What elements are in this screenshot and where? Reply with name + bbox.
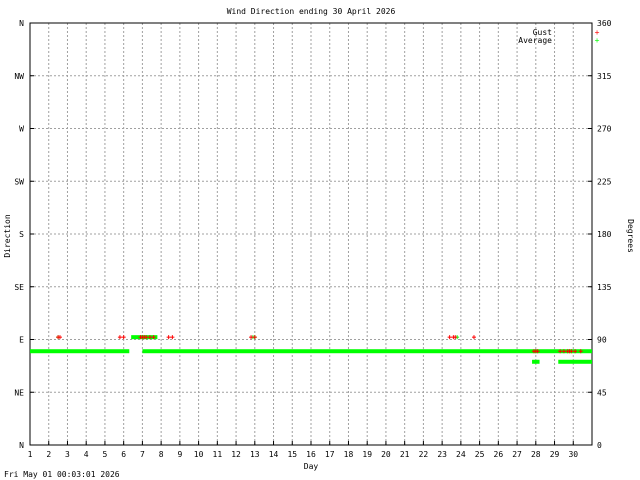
- wind-direction-chart: 1 2 3 4 5 6 7 8 9 10 11 12 13 14 15 16 17 18 19 20 21 22 23 24 2…: [3, 7, 635, 479]
- y-axis-label-left: Direction: [3, 214, 12, 258]
- y-tick-label-right: 180: [597, 230, 612, 239]
- gust-point: [121, 335, 126, 340]
- x-tick-label: 22: [419, 450, 429, 459]
- gust-point: [447, 335, 452, 340]
- y-tick-label-left: N: [19, 441, 24, 450]
- x-tick-label: 2: [46, 450, 51, 459]
- x-axis-label: Day: [304, 462, 319, 471]
- average-segment: [558, 359, 592, 364]
- y-tick-label-right: 315: [597, 72, 612, 81]
- x-tick-label: 11: [213, 450, 223, 459]
- x-tick-label: 28: [531, 450, 541, 459]
- average-segment: [30, 349, 130, 354]
- gust-point: [117, 335, 122, 340]
- y-tick-label-right: 90: [597, 336, 607, 345]
- x-tick-label: 18: [344, 450, 354, 459]
- x-tick-label: 20: [381, 450, 391, 459]
- x-tick-label: 25: [475, 450, 485, 459]
- timestamp-label: Fri May 01 00:03:01 2026: [4, 470, 120, 479]
- y-tick-label-left: N: [19, 19, 24, 28]
- chart-title: Wind Direction ending 30 April 2026: [227, 7, 396, 16]
- x-tick-label: 16: [306, 450, 316, 459]
- x-tick-label: 12: [231, 450, 241, 459]
- y-tick-labels-left: N NE E SE S SW W NW N: [14, 19, 24, 450]
- gust-point: [471, 335, 476, 340]
- x-tick-label: 27: [512, 450, 522, 459]
- y-tick-label-left: W: [19, 125, 24, 134]
- x-tick-label: 3: [65, 450, 70, 459]
- gust-point: [166, 335, 171, 340]
- y-tick-label-left: NW: [14, 72, 24, 81]
- y-tick-labels-right: 0 45 90 135 180 225 270 315 360: [597, 19, 612, 450]
- x-tick-label: 23: [437, 450, 447, 459]
- legend-marker-average: +: [595, 36, 600, 45]
- y-tick-label-right: 270: [597, 125, 612, 134]
- x-tick-label: 26: [494, 450, 504, 459]
- x-tick-label: 9: [177, 450, 182, 459]
- y-tick-label-right: 360: [597, 19, 612, 28]
- grid: [30, 23, 592, 445]
- average-segment: [142, 349, 592, 354]
- x-tick-labels: 1 2 3 4 5 6 7 8 9 10 11 12 13 14 15 16 17 18 19 20 21 22 23 24 2…: [28, 450, 579, 459]
- x-tick-label: 21: [400, 450, 410, 459]
- y-tick-label-left: SW: [14, 177, 24, 186]
- x-tick-label: 8: [159, 450, 164, 459]
- x-tick-label: 10: [194, 450, 204, 459]
- y-axis-label-right: Degrees: [626, 219, 635, 253]
- y-tick-label-right: 225: [597, 177, 612, 186]
- x-tick-label: 30: [568, 450, 578, 459]
- x-tick-label: 1: [28, 450, 33, 459]
- average-segment: [532, 359, 540, 364]
- y-tick-label-left: S: [19, 230, 24, 239]
- legend-label-average: Average: [518, 36, 552, 45]
- x-tick-label: 19: [362, 450, 372, 459]
- y-tick-label-right: 45: [597, 388, 607, 397]
- y-tick-label-right: 135: [597, 283, 612, 292]
- x-tick-label: 6: [121, 450, 126, 459]
- x-tick-label: 14: [269, 450, 279, 459]
- x-tick-label: 17: [325, 450, 335, 459]
- x-tick-label: 24: [456, 450, 466, 459]
- gust-point: [170, 335, 175, 340]
- x-tick-label: 15: [287, 450, 297, 459]
- x-tick-label: 13: [250, 450, 260, 459]
- y-tick-label-left: SE: [14, 283, 24, 292]
- y-tick-label-left: E: [19, 336, 24, 345]
- x-tick-label: 7: [140, 450, 145, 459]
- legend: Gust + Average +: [518, 28, 599, 45]
- y-tick-label-left: NE: [14, 388, 24, 397]
- x-tick-label: 5: [103, 450, 108, 459]
- y-tick-label-right: 0: [597, 441, 602, 450]
- x-tick-label: 4: [84, 450, 89, 459]
- x-tick-label: 29: [550, 450, 560, 459]
